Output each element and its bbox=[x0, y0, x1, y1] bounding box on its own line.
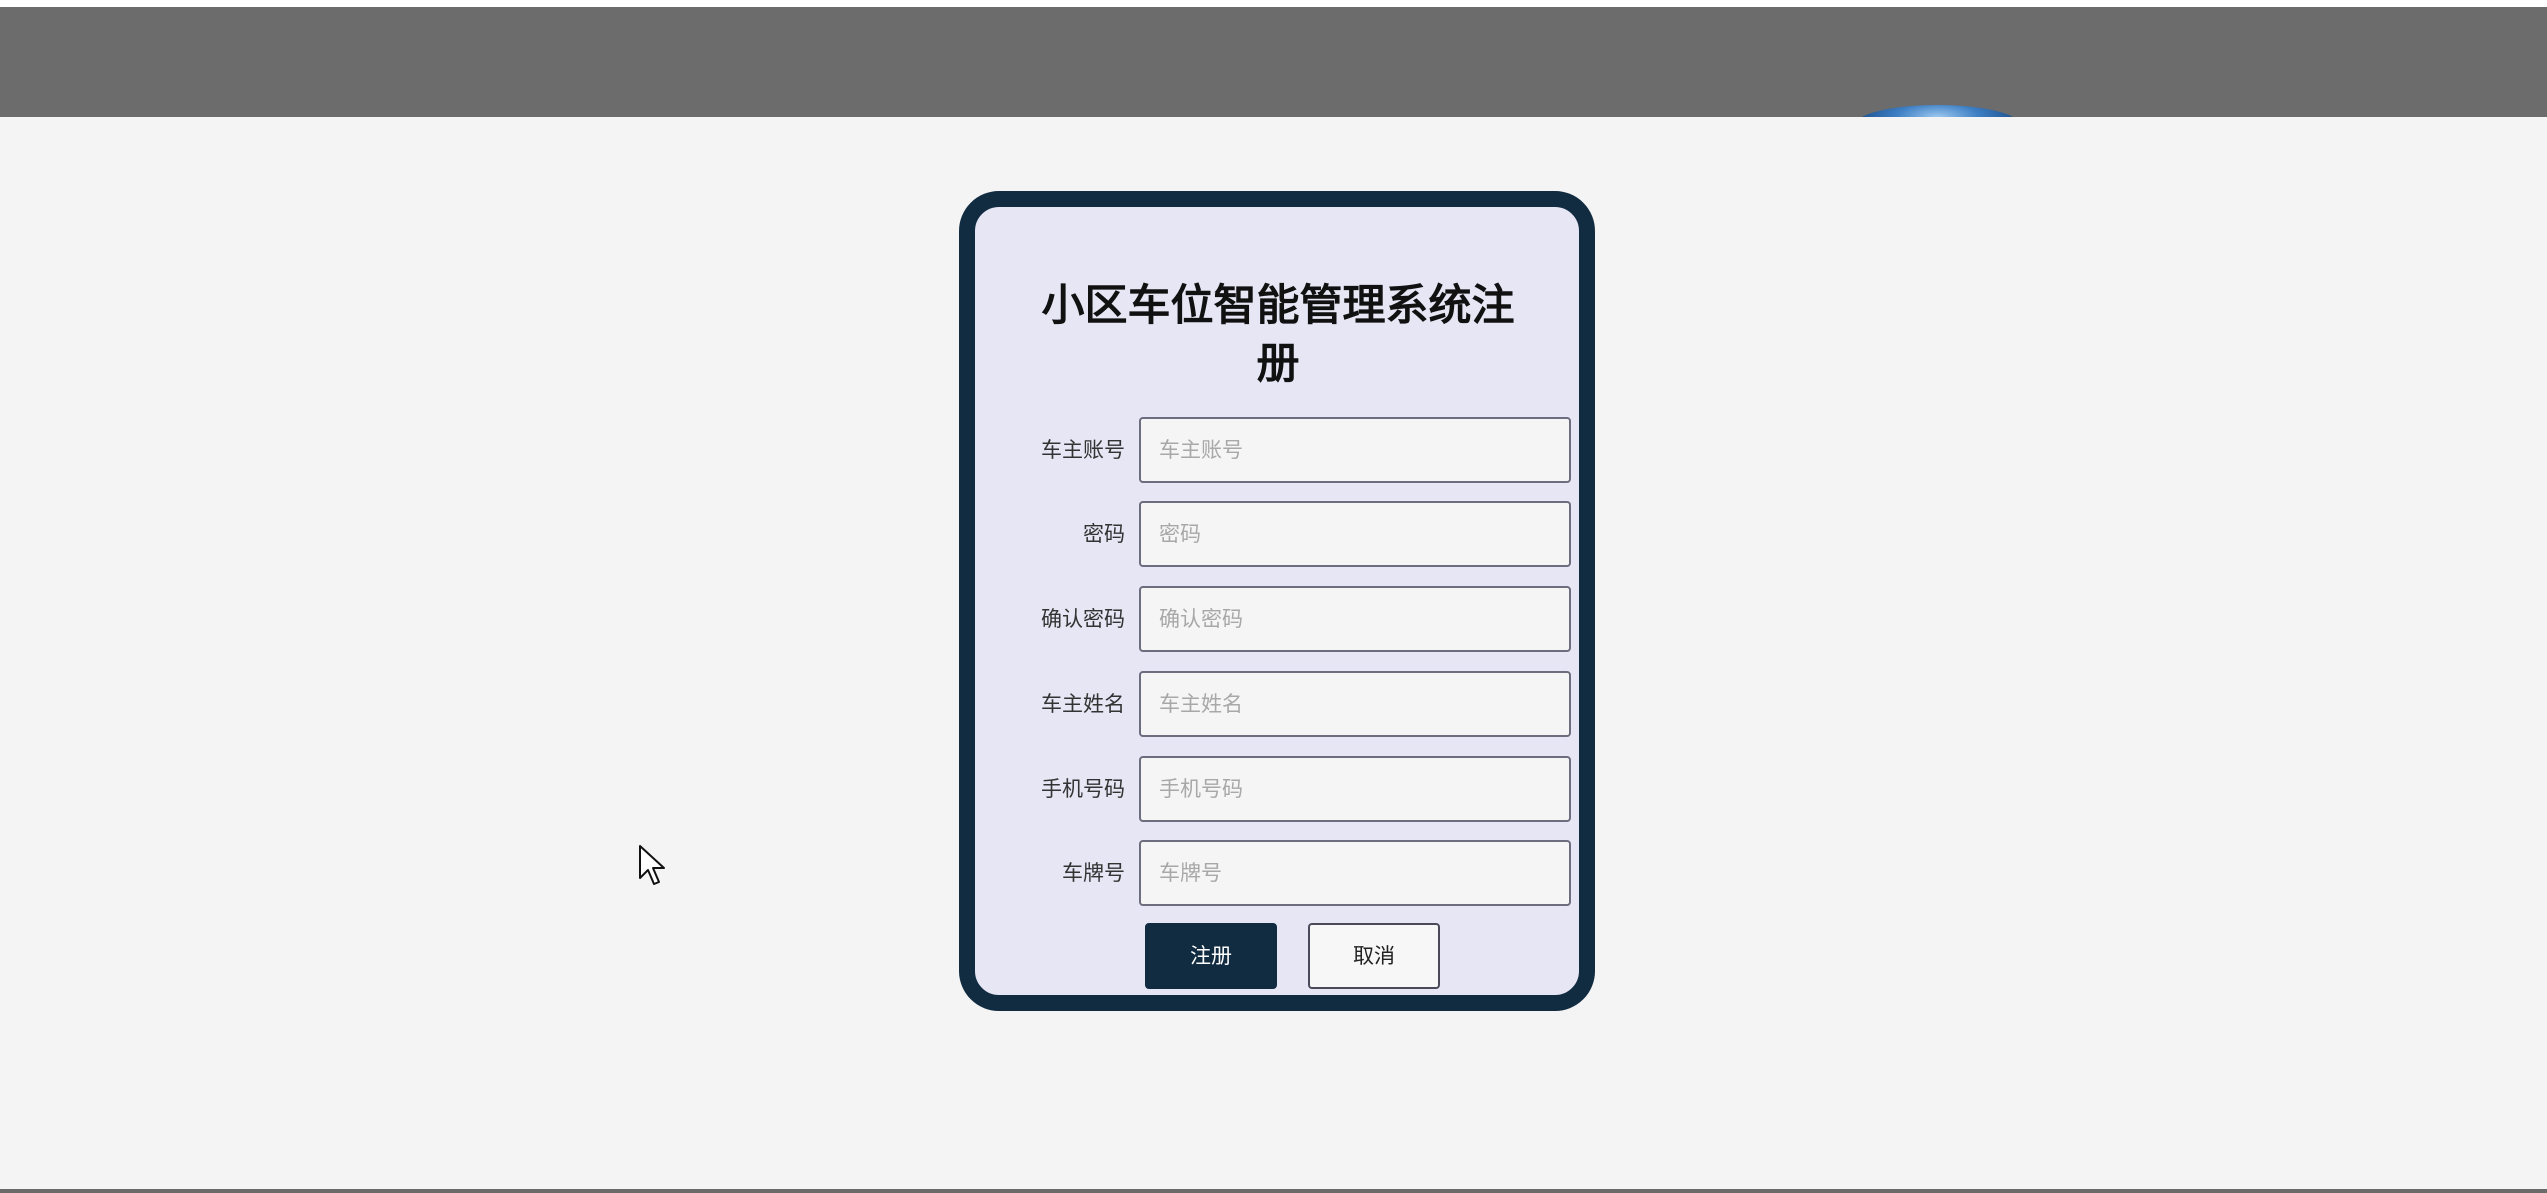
account-input[interactable] bbox=[1139, 417, 1571, 483]
password-label: 密码 bbox=[1083, 522, 1125, 546]
confirm-password-label: 确认密码 bbox=[1041, 607, 1125, 631]
mouse-pointer-icon bbox=[639, 845, 665, 885]
form-row-confirm-password: 确认密码 bbox=[975, 586, 1579, 652]
banner-decoration bbox=[1855, 105, 2020, 117]
register-button[interactable]: 注册 bbox=[1145, 923, 1277, 989]
confirm-password-input[interactable] bbox=[1139, 586, 1571, 652]
top-border bbox=[0, 0, 2547, 7]
owner-name-input[interactable] bbox=[1139, 671, 1571, 737]
owner-name-label: 车主姓名 bbox=[1041, 692, 1125, 716]
cancel-button[interactable]: 取消 bbox=[1308, 923, 1440, 989]
password-input[interactable] bbox=[1139, 501, 1571, 567]
bottom-border bbox=[0, 1189, 2547, 1193]
form-row-password: 密码 bbox=[975, 501, 1579, 567]
form-row-owner-name: 车主姓名 bbox=[975, 671, 1579, 737]
header-banner bbox=[0, 7, 2547, 117]
form-title: 小区车位智能管理系统注册 bbox=[1041, 281, 1515, 389]
plate-label: 车牌号 bbox=[1062, 861, 1125, 885]
form-row-account: 车主账号 bbox=[975, 417, 1579, 483]
form-row-phone: 手机号码 bbox=[975, 756, 1579, 822]
register-card: 小区车位智能管理系统注册 车主账号 密码 确认密码 车主姓名 手机号码 车牌号 … bbox=[959, 191, 1595, 1011]
phone-label: 手机号码 bbox=[1041, 777, 1125, 801]
phone-input[interactable] bbox=[1139, 756, 1571, 822]
plate-input[interactable] bbox=[1139, 840, 1571, 906]
page: 小区车位智能管理系统注册 车主账号 密码 确认密码 车主姓名 手机号码 车牌号 … bbox=[0, 0, 2547, 1193]
form-row-plate: 车牌号 bbox=[975, 840, 1579, 906]
account-label: 车主账号 bbox=[1041, 438, 1125, 462]
